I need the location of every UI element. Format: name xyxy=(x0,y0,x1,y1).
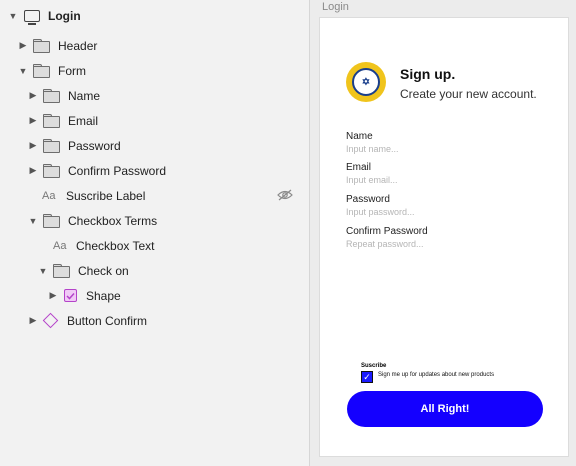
layer-checkbox-text[interactable]: Aa Checkbox Text xyxy=(0,233,309,258)
disclosure-expanded-icon[interactable]: ▼ xyxy=(8,11,18,21)
layer-label: Check on xyxy=(78,263,129,278)
layer-label: Checkbox Text xyxy=(76,238,155,253)
folder-icon xyxy=(43,164,60,178)
suscribe-label: Suscribe xyxy=(361,363,387,369)
folder-icon xyxy=(43,214,60,228)
layer-label: Name xyxy=(68,88,101,103)
layer-confirm-password[interactable]: ▶ Confirm Password xyxy=(0,158,309,183)
layer-label: Shape xyxy=(86,288,121,303)
layer-shape[interactable]: ▶ Shape xyxy=(0,283,309,308)
password-label: Password xyxy=(346,194,390,205)
layer-label: Checkbox Terms xyxy=(68,213,158,228)
shape-icon xyxy=(64,289,77,302)
checkmark-icon: ✓ xyxy=(363,371,371,382)
artboard-title[interactable]: Login xyxy=(322,1,349,13)
layer-label: Suscribe Label xyxy=(66,188,146,203)
password-input[interactable] xyxy=(346,207,546,217)
disclosure-collapsed-icon[interactable]: ▶ xyxy=(28,140,38,151)
folder-icon xyxy=(53,264,70,278)
disclosure-expanded-icon[interactable]: ▼ xyxy=(38,266,48,276)
name-label: Name xyxy=(346,131,373,142)
layer-form[interactable]: ▼ Form xyxy=(0,58,309,83)
email-input[interactable] xyxy=(346,175,546,185)
hidden-eye-icon[interactable] xyxy=(277,189,293,204)
layer-header[interactable]: ▶ Header xyxy=(0,33,309,58)
folder-icon xyxy=(43,139,60,153)
symbol-diamond-icon xyxy=(42,312,59,329)
disclosure-expanded-icon[interactable]: ▼ xyxy=(18,66,28,76)
artboard-login[interactable]: ✡ Sign up. Create your new account. Name… xyxy=(319,17,569,457)
layer-label: Email xyxy=(68,113,99,128)
folder-icon xyxy=(33,64,50,78)
text-layer-icon: Aa xyxy=(53,239,67,252)
confirm-button[interactable]: All Right! xyxy=(347,391,543,427)
layer-password[interactable]: ▶ Password xyxy=(0,133,309,158)
layer-button-confirm[interactable]: ▶ Button Confirm xyxy=(0,308,309,333)
text-layer-icon: Aa xyxy=(42,189,56,202)
layers-panel: ▼ Login ▶ Header ▼ Form ▶ Name ▶ Email ▶… xyxy=(0,0,310,466)
page-subtitle: Create your new account. xyxy=(400,87,537,101)
layer-label: Header xyxy=(58,38,98,53)
folder-icon xyxy=(33,39,50,53)
folder-icon xyxy=(43,89,60,103)
checkbox-text: Sign me up for updates about new product… xyxy=(378,372,495,378)
disclosure-collapsed-icon[interactable]: ▶ xyxy=(28,115,38,126)
page-title: Sign up. xyxy=(400,66,456,82)
disclosure-collapsed-icon[interactable]: ▶ xyxy=(28,90,38,101)
disclosure-collapsed-icon[interactable]: ▶ xyxy=(48,290,58,301)
layer-label: Login xyxy=(48,8,81,23)
disclosure-collapsed-icon[interactable]: ▶ xyxy=(18,40,28,51)
disclosure-collapsed-icon[interactable]: ▶ xyxy=(28,315,38,326)
terms-checkbox[interactable]: ✓ xyxy=(361,371,373,383)
layer-name[interactable]: ▶ Name xyxy=(0,83,309,108)
layer-checkbox-terms[interactable]: ▼ Checkbox Terms xyxy=(0,208,309,233)
folder-icon xyxy=(43,114,60,128)
canvas: Login ✡ Sign up. Create your new account… xyxy=(311,0,576,466)
layer-label: Button Confirm xyxy=(67,313,148,328)
name-input[interactable] xyxy=(346,144,546,154)
logo-icon: ✡ xyxy=(346,62,386,102)
artboard-icon xyxy=(24,9,40,25)
disclosure-expanded-icon[interactable]: ▼ xyxy=(28,216,38,226)
layer-email[interactable]: ▶ Email xyxy=(0,108,309,133)
confirm-password-label: Confirm Password xyxy=(346,226,428,237)
confirm-password-input[interactable] xyxy=(346,239,546,249)
email-label: Email xyxy=(346,162,372,173)
logo-emblem-icon: ✡ xyxy=(352,68,380,96)
disclosure-collapsed-icon[interactable]: ▶ xyxy=(28,165,38,176)
layer-check-on[interactable]: ▼ Check on xyxy=(0,258,309,283)
layer-label: Form xyxy=(58,63,86,78)
layer-suscribe-label[interactable]: Aa Suscribe Label xyxy=(0,183,309,208)
layer-login[interactable]: ▼ Login xyxy=(0,3,309,28)
layer-label: Password xyxy=(68,138,121,153)
layer-label: Confirm Password xyxy=(68,163,167,178)
